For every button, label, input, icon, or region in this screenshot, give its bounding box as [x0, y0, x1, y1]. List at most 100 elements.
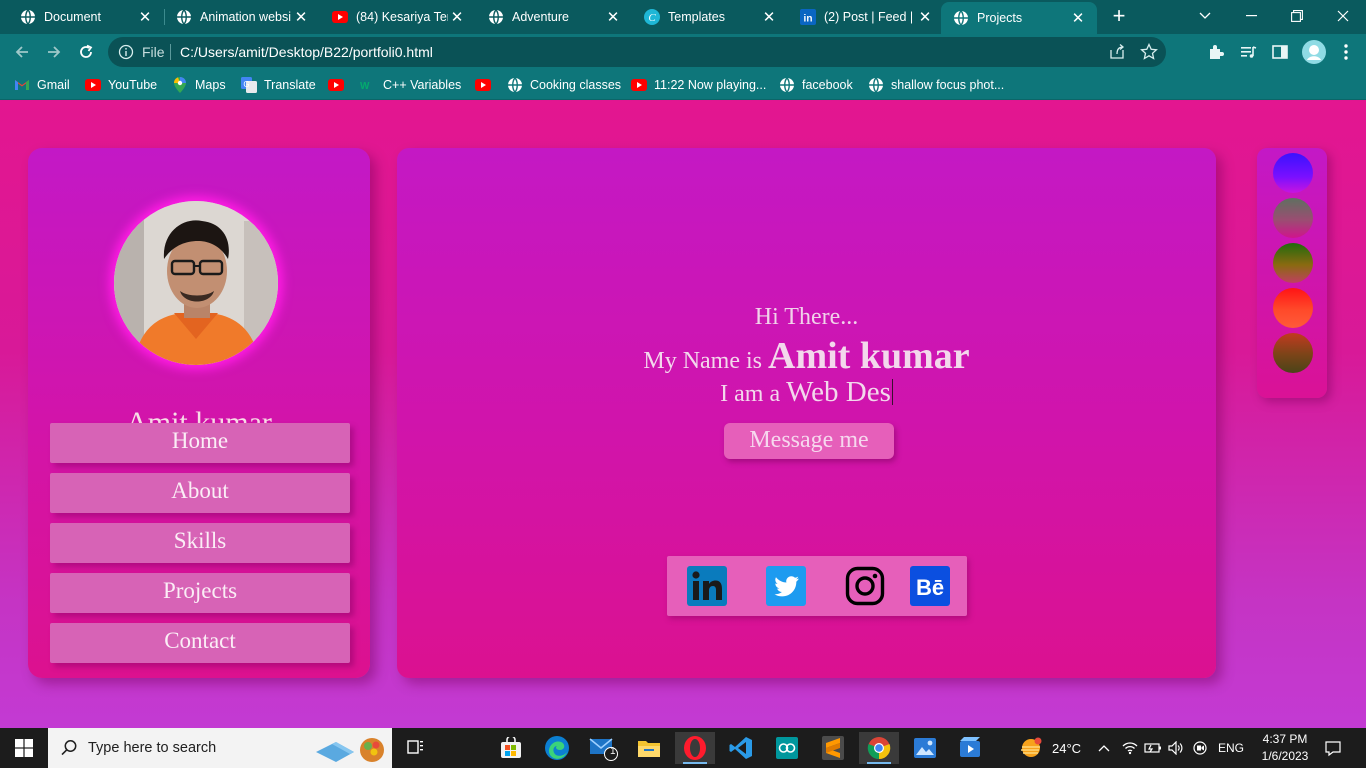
bookmark-gmail[interactable]: Gmail	[14, 76, 70, 94]
close-tab-icon[interactable]: ✕	[604, 8, 622, 26]
theme-swatch-grey[interactable]	[1273, 198, 1313, 238]
canva-icon: C	[644, 9, 660, 25]
svg-text:Bē: Bē	[916, 575, 944, 600]
bookmark-youtube-3[interactable]	[475, 76, 498, 94]
nav-about[interactable]: About	[50, 473, 350, 513]
close-tab-icon[interactable]: ✕	[292, 8, 310, 26]
reload-button[interactable]	[74, 40, 98, 64]
instagram-icon[interactable]	[845, 566, 885, 606]
address-bar[interactable]: File C:/Users/amit/Desktop/B22/portfoli0…	[108, 37, 1166, 67]
bookmark-now-playing[interactable]: 11:22 Now playing...	[631, 76, 766, 94]
extensions-icon[interactable]	[1206, 42, 1226, 62]
tab-adventure[interactable]: Adventure ✕	[468, 0, 632, 34]
file-explorer-icon[interactable]	[629, 732, 669, 764]
omnibox-divider	[170, 44, 171, 60]
hero-name: Amit kumar	[768, 335, 970, 377]
restore-button[interactable]	[1274, 0, 1320, 32]
tab-templates[interactable]: C Templates ✕	[624, 0, 788, 34]
meet-now-icon[interactable]	[1192, 728, 1208, 768]
svg-text:W: W	[360, 81, 370, 92]
task-view-icon[interactable]	[396, 732, 436, 764]
share-icon[interactable]	[1108, 43, 1126, 66]
linkedin-icon[interactable]	[687, 566, 727, 606]
maps-icon	[172, 77, 188, 93]
tab-search-chevron-icon[interactable]	[1182, 0, 1228, 32]
mail-icon[interactable]: 1	[583, 732, 623, 764]
edge-browser-icon[interactable]	[537, 732, 577, 764]
back-button[interactable]	[10, 40, 34, 64]
bookmark-youtube-2[interactable]	[328, 76, 351, 94]
media-queue-icon[interactable]	[1238, 42, 1258, 62]
close-tab-icon[interactable]: ✕	[136, 8, 154, 26]
clock-time: 4:37 PM	[1262, 732, 1308, 746]
start-button[interactable]	[0, 728, 48, 768]
message-me-button[interactable]: Message me	[724, 423, 894, 459]
svg-text:G: G	[243, 80, 249, 89]
portfolio-page: Amit kumar Front End Developer Home Abou…	[0, 101, 1366, 728]
network-icon[interactable]	[1122, 728, 1138, 768]
tab-projects-active[interactable]: Projects ✕	[941, 2, 1097, 34]
youtube-icon	[631, 77, 647, 93]
tab-animation-website[interactable]: Animation websi ✕	[156, 0, 320, 34]
profile-avatar-icon[interactable]	[1302, 40, 1326, 64]
svg-text:in: in	[804, 14, 813, 25]
battery-icon[interactable]	[1144, 728, 1162, 768]
greeting-text: Hi There...	[754, 304, 859, 330]
bookmark-star-icon[interactable]	[1140, 42, 1158, 66]
opera-browser-icon[interactable]	[675, 732, 715, 764]
show-hidden-icons-chevron-icon[interactable]	[1098, 728, 1110, 768]
system-clock[interactable]: 4:37 PM 1/6/2023	[1250, 731, 1320, 765]
weather-widget[interactable]: 24°C	[1018, 728, 1081, 768]
input-language[interactable]: ENG	[1218, 728, 1244, 768]
menu-kebab-icon[interactable]	[1336, 42, 1356, 62]
theme-swatch-brown[interactable]	[1273, 333, 1313, 373]
bookmark-facebook[interactable]: facebook	[779, 76, 853, 94]
behance-icon[interactable]: Bē	[910, 566, 950, 606]
windows-taskbar: Type here to search 1 24°C ENG 4:37 PM 1…	[0, 728, 1366, 768]
bookmark-cooking-classes[interactable]: Cooking classes	[507, 76, 621, 94]
info-icon[interactable]	[118, 44, 134, 65]
theme-swatch-green[interactable]	[1273, 243, 1313, 283]
nav-skills[interactable]: Skills	[50, 523, 350, 563]
scheme-label: File	[142, 44, 165, 60]
close-window-button[interactable]	[1320, 0, 1366, 32]
bookmark-maps[interactable]: Maps	[172, 76, 226, 94]
social-links: Bē	[667, 556, 967, 616]
close-tab-icon[interactable]: ✕	[1069, 9, 1087, 27]
tab-document[interactable]: Document ✕	[0, 0, 164, 34]
nav-contact[interactable]: Contact	[50, 623, 350, 663]
microsoft-store-icon[interactable]	[491, 732, 531, 764]
minimize-button[interactable]	[1228, 0, 1274, 32]
tab-youtube-kesariya[interactable]: (84) Kesariya Tera ✕	[312, 0, 476, 34]
photos-icon[interactable]	[905, 732, 945, 764]
iam-prefix: I am a	[720, 381, 781, 407]
nav-projects[interactable]: Projects	[50, 573, 350, 613]
notifications-icon[interactable]	[1324, 728, 1342, 768]
bookmark-translate[interactable]: G Translate	[241, 76, 316, 94]
volume-icon[interactable]	[1167, 728, 1185, 768]
theme-swatch-red[interactable]	[1273, 288, 1313, 328]
video-editor-icon[interactable]	[951, 732, 991, 764]
forward-button[interactable]	[42, 40, 66, 64]
active-app-indicator	[867, 762, 891, 764]
bookmark-cpp-variables[interactable]: W C++ Variables	[360, 76, 461, 94]
new-tab-button[interactable]: +	[1108, 5, 1130, 27]
chrome-icon[interactable]	[859, 732, 899, 764]
globe-icon	[868, 77, 884, 93]
close-tab-icon[interactable]: ✕	[448, 8, 466, 26]
globe-icon	[176, 9, 192, 25]
bookmark-shallow-focus[interactable]: shallow focus phot...	[868, 76, 1004, 94]
twitter-icon[interactable]	[766, 566, 806, 606]
taskbar-search-box[interactable]: Type here to search	[48, 728, 392, 768]
close-tab-icon[interactable]: ✕	[760, 8, 778, 26]
tab-linkedin-feed[interactable]: in (2) Post | Feed | L ✕	[780, 0, 944, 34]
nav-home[interactable]: Home	[50, 423, 350, 463]
theme-swatch-blue[interactable]	[1273, 153, 1313, 193]
bookmark-youtube[interactable]: YouTube	[85, 76, 157, 94]
close-tab-icon[interactable]: ✕	[916, 8, 934, 26]
url-text[interactable]: C:/Users/amit/Desktop/B22/portfoli0.html	[180, 44, 433, 60]
arduino-icon[interactable]	[767, 732, 807, 764]
sublime-text-icon[interactable]	[813, 732, 853, 764]
vscode-icon[interactable]	[721, 732, 761, 764]
side-panel-icon[interactable]	[1270, 42, 1290, 62]
